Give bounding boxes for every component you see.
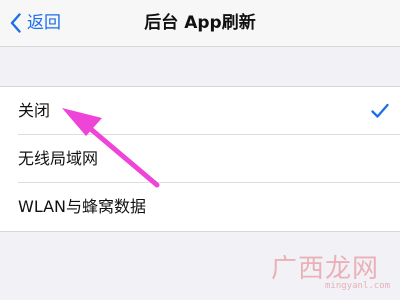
option-wlan[interactable]: 无线局域网: [0, 135, 400, 183]
option-label: 无线局域网: [18, 149, 99, 168]
watermark-url: mingyanl.com: [325, 281, 391, 291]
watermark: 广西龙网 mingyanl.com: [265, 248, 395, 296]
option-label: WLAN与蜂窝数据: [18, 197, 147, 216]
refresh-options-list: 关闭 无线局域网 WLAN与蜂窝数据: [0, 86, 400, 232]
option-wlan-and-cellular[interactable]: WLAN与蜂窝数据: [0, 183, 400, 231]
page-title: 后台 App刷新: [144, 13, 256, 33]
checkmark-icon: [371, 103, 389, 118]
settings-screen: 返回 后台 App刷新 关闭 无线局域网 WLAN与蜂窝数据 广西龙网 ming…: [0, 0, 400, 300]
option-off[interactable]: 关闭: [0, 87, 400, 135]
watermark-text: 广西龙网: [271, 254, 380, 284]
navigation-bar: 返回 后台 App刷新: [0, 0, 400, 47]
option-label: 关闭: [18, 101, 51, 120]
